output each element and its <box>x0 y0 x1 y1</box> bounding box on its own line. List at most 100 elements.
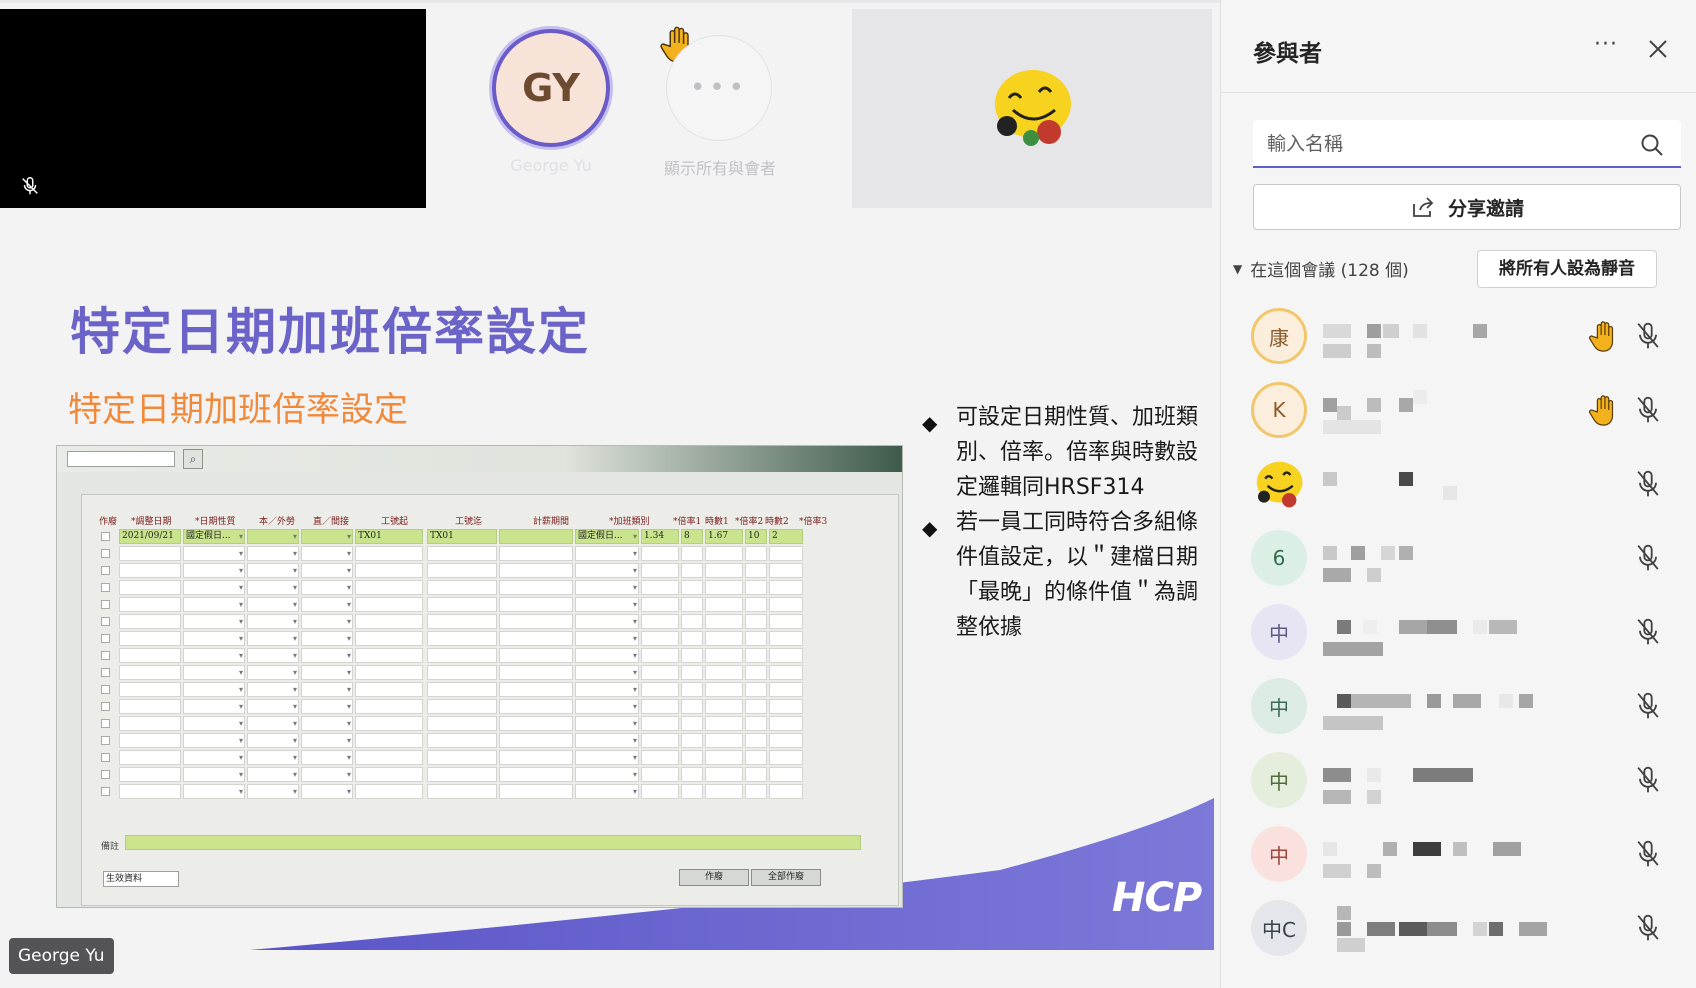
mic-off-icon[interactable] <box>1633 912 1663 944</box>
grid-cell: 2 <box>769 529 803 544</box>
grid-cell <box>745 699 767 714</box>
grid-cell <box>745 716 767 731</box>
grid-cell <box>355 546 423 561</box>
mute-all-button[interactable]: 將所有人設為靜音 <box>1477 250 1657 288</box>
grid-row <box>101 664 895 681</box>
grid-cell <box>301 546 353 561</box>
grid-cell <box>183 648 245 663</box>
share-invite-button[interactable]: 分享邀請 <box>1253 184 1681 230</box>
grid-cell <box>183 563 245 578</box>
participant-avatar: 中 <box>1251 604 1307 660</box>
participant-row[interactable]: 中 <box>1221 670 1696 742</box>
grid-cell: 國定假日... <box>575 529 639 544</box>
participant-row[interactable] <box>1221 448 1696 520</box>
redaction-block <box>1453 694 1481 708</box>
grid-cell <box>641 580 679 595</box>
participant-row[interactable]: 6 <box>1221 522 1696 594</box>
mic-off-icon[interactable] <box>1633 764 1663 796</box>
participant-initials: 中 <box>1269 621 1289 646</box>
redaction-block <box>1367 324 1381 338</box>
caret-down-icon: ▼ <box>1233 261 1243 276</box>
grid-cell <box>681 648 703 663</box>
show-all-attendees-button[interactable]: ••• <box>666 35 772 141</box>
grid-header-cell: *日期性質 <box>195 517 236 527</box>
grid-cell <box>355 614 423 629</box>
redaction-block <box>1323 842 1337 856</box>
participant-initials: 中C <box>1262 917 1296 942</box>
participant-name-redacted <box>1323 758 1573 804</box>
row-checkbox <box>101 770 110 779</box>
search-icon[interactable] <box>1639 132 1665 158</box>
grid-header-cell: *倍率2 <box>735 517 764 527</box>
grid-header-cell: *加班類別 <box>609 517 650 527</box>
mic-off-icon[interactable] <box>1633 468 1663 500</box>
grid-cell <box>183 716 245 731</box>
grid-cell <box>745 546 767 561</box>
grid-cell <box>119 699 181 714</box>
bullet-text: 若一員工同時符合多組條件值設定，以＂建檔日期「最晚」的條件值＂為調整依據 <box>956 510 1199 640</box>
participant-row[interactable]: 中 <box>1221 596 1696 668</box>
grid-cell <box>355 716 423 731</box>
grid-cell <box>769 665 803 680</box>
grid-cell <box>575 597 639 612</box>
mic-off-icon[interactable] <box>1633 394 1663 426</box>
participant-row[interactable]: K <box>1221 374 1696 446</box>
more-options-icon[interactable]: ··· <box>1591 34 1621 64</box>
grid-header-cell: 本／外勞 <box>259 517 296 527</box>
redaction-block <box>1399 398 1413 412</box>
grid-row <box>101 613 895 630</box>
grid-cell <box>247 597 299 612</box>
mic-off-icon[interactable] <box>1633 320 1663 352</box>
panel-title: 參與者 <box>1253 41 1322 67</box>
redaction-block <box>1367 768 1381 782</box>
redaction-block <box>1337 694 1351 708</box>
grid-cell <box>119 767 181 782</box>
participant-initials: 中 <box>1269 695 1289 720</box>
participant-row[interactable]: 康 <box>1221 300 1696 372</box>
participant-row[interactable]: 中 <box>1221 818 1696 890</box>
row-checkbox <box>101 566 110 575</box>
grid-cell <box>247 682 299 697</box>
mic-off-icon[interactable] <box>1633 690 1663 722</box>
mic-off-icon[interactable] <box>1633 616 1663 648</box>
grid-cell <box>355 767 423 782</box>
participant-search-input[interactable] <box>1267 129 1627 159</box>
grid-cell <box>119 563 181 578</box>
mic-off-icon[interactable] <box>1633 838 1663 870</box>
grid-cell <box>641 750 679 765</box>
participant-name-redacted <box>1323 610 1573 656</box>
screenshot-search-icon: ⌕ <box>183 449 203 469</box>
redaction-block <box>1443 486 1457 500</box>
grid-cell <box>575 733 639 748</box>
close-icon[interactable] <box>1643 34 1673 64</box>
bullet-text: 可設定日期性質、加班類別、倍率。倍率與時數設定邏輯同HRSF314 <box>956 405 1199 500</box>
row-checkbox <box>101 787 110 796</box>
row-checkbox <box>101 736 110 745</box>
grid-cell <box>745 563 767 578</box>
grid-cell <box>301 580 353 595</box>
grid-row: 2021/09/21國定假日...TX01TX01國定假日...1.3481.6… <box>101 528 895 545</box>
grid-cell <box>745 597 767 612</box>
grid-cell <box>427 631 497 646</box>
grid-cell <box>745 665 767 680</box>
grid-header-cell: 工號迄 <box>455 517 483 527</box>
video-tile-dark[interactable] <box>0 9 426 208</box>
top-divider <box>0 0 1220 3</box>
grid-cell <box>427 614 497 629</box>
grid-row <box>101 715 895 732</box>
grid-cell <box>119 733 181 748</box>
participant-row[interactable]: 中C <box>1221 892 1696 964</box>
grid-cell <box>301 716 353 731</box>
grid-cell <box>301 750 353 765</box>
in-meeting-section-toggle[interactable]: ▼ 在這個會議 (128 個) <box>1233 256 1409 281</box>
grid-cell <box>681 665 703 680</box>
participant-row[interactable]: 中 <box>1221 744 1696 816</box>
redaction-block <box>1493 842 1521 856</box>
slide-title: 特定日期加班倍率設定 <box>70 303 590 361</box>
grid-cell <box>427 648 497 663</box>
mic-off-icon[interactable] <box>1633 542 1663 574</box>
grid-cell <box>681 682 703 697</box>
avatar-george-yu[interactable]: GY <box>492 29 610 147</box>
grid-cell <box>769 682 803 697</box>
grid-cell <box>247 784 299 799</box>
